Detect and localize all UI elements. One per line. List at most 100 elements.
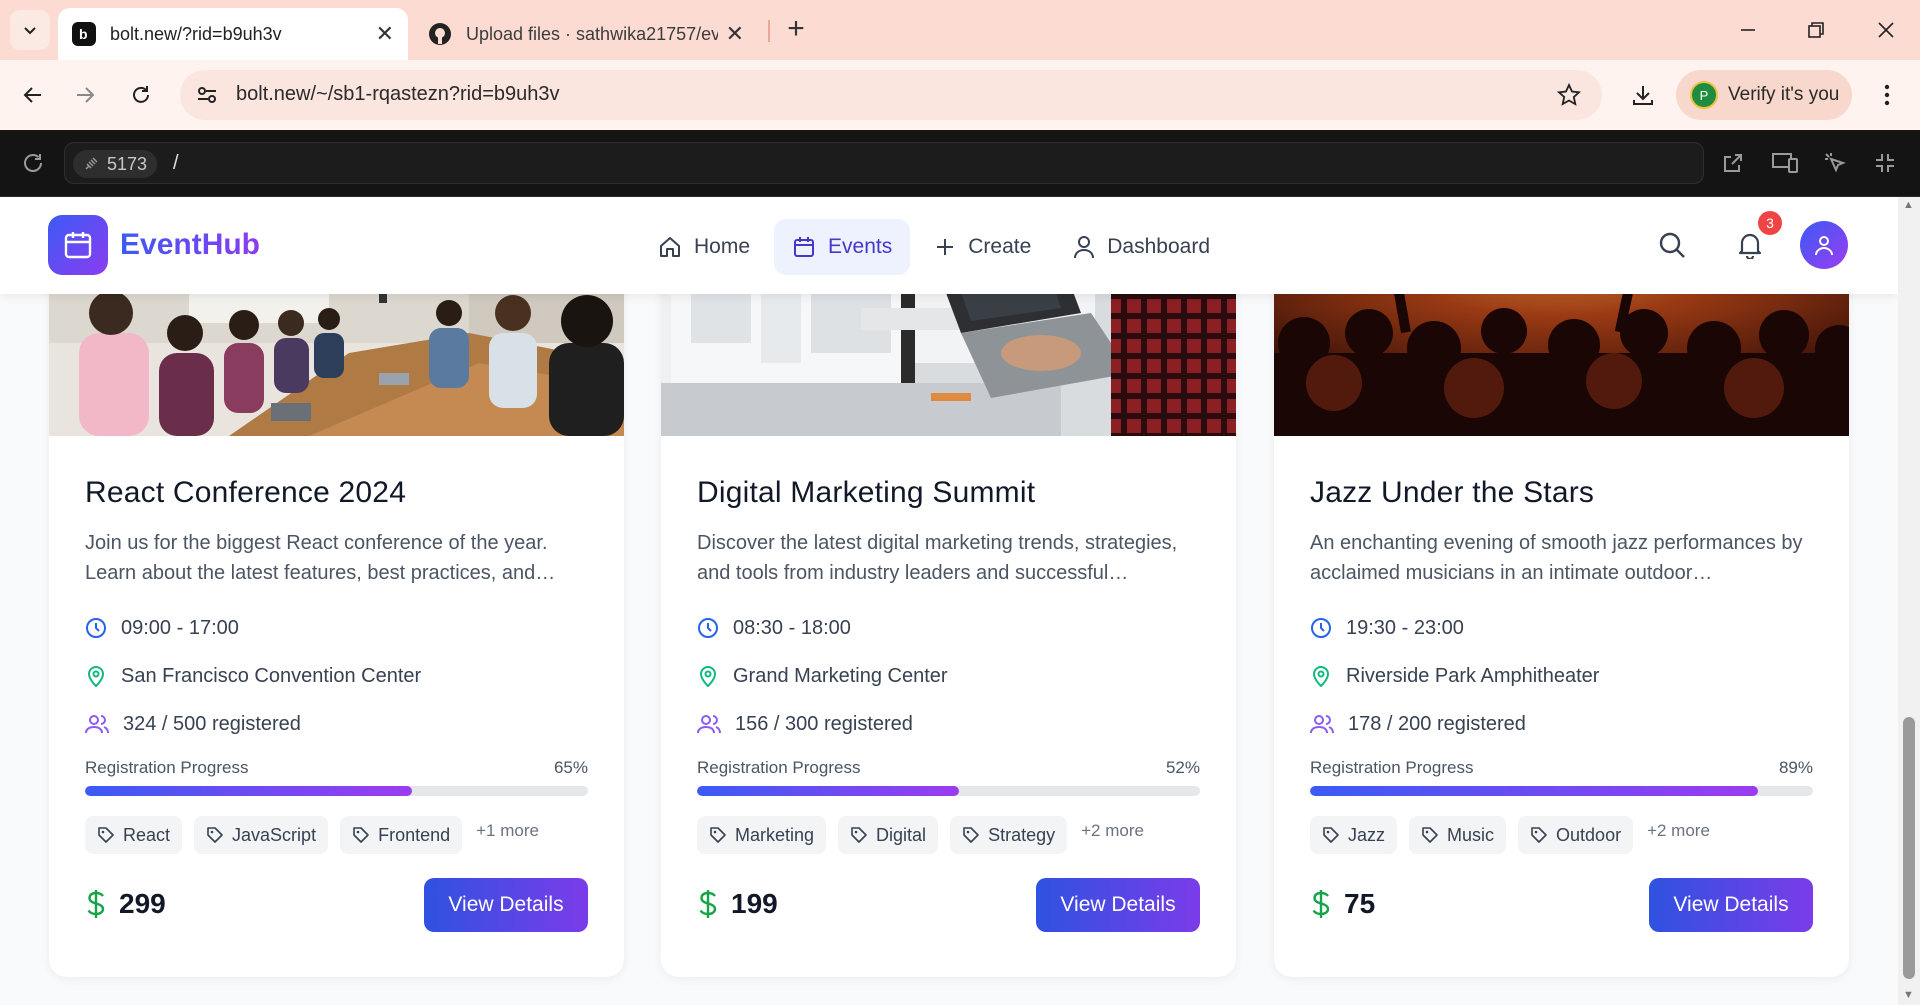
download-icon xyxy=(1633,86,1653,105)
event-title[interactable]: React Conference 2024 xyxy=(85,476,588,510)
restore-button[interactable] xyxy=(1796,10,1836,50)
view-details-button[interactable]: View Details xyxy=(1649,878,1813,932)
event-tag[interactable]: JavaScript xyxy=(194,816,329,854)
tag-label: Digital xyxy=(876,824,927,845)
event-card[interactable]: Digital Marketing Summit Discover the la… xyxy=(661,213,1236,977)
downloads-button[interactable] xyxy=(1624,76,1662,114)
event-location-row: Grand Marketing Center xyxy=(697,662,1200,690)
site-settings-icon[interactable] xyxy=(194,82,220,108)
event-card[interactable]: Jazz Under the Stars An enchanting eveni… xyxy=(1274,213,1849,977)
minimize-button[interactable] xyxy=(1728,10,1768,50)
close-tab-icon[interactable]: ✕ xyxy=(726,21,744,47)
chevron-down-icon xyxy=(24,27,36,35)
nav-create[interactable]: Create xyxy=(916,219,1049,275)
page-scrollbar[interactable]: ▲ ▼ xyxy=(1898,197,1920,1005)
event-tag[interactable]: Marketing xyxy=(697,816,827,854)
event-time: 19:30 - 23:00 xyxy=(1346,616,1464,639)
tag-label: Outdoor xyxy=(1556,824,1622,845)
address-bar[interactable]: bolt.new/~/sb1-rqastezn?rid=b9uh3v xyxy=(180,70,1602,120)
nav-home[interactable]: Home xyxy=(640,219,768,275)
event-card-body: Jazz Under the Stars An enchanting eveni… xyxy=(1310,476,1813,934)
event-title[interactable]: Jazz Under the Stars xyxy=(1310,476,1813,510)
arrow-left-icon xyxy=(23,87,41,103)
user-avatar-button[interactable] xyxy=(1800,221,1848,269)
bookmark-star-icon[interactable] xyxy=(1556,82,1582,108)
event-tag[interactable]: Strategy xyxy=(950,816,1068,854)
event-card-body: Digital Marketing Summit Discover the la… xyxy=(697,476,1200,934)
preview-url-box[interactable]: 5173 / xyxy=(64,142,1704,184)
brand-name[interactable]: EventHub xyxy=(120,228,260,262)
browser-menu-button[interactable] xyxy=(1868,76,1906,114)
event-registered: 156 / 300 registered xyxy=(735,712,913,735)
progress-label: Registration Progress xyxy=(697,758,861,777)
open-new-tab-button[interactable] xyxy=(1718,148,1748,178)
progress-fill xyxy=(697,786,959,796)
dollar-icon xyxy=(699,890,717,918)
app-viewport: EventHub Home Events Create Dashboard 3 … xyxy=(0,197,1898,1005)
tag-label: Music xyxy=(1447,824,1495,845)
event-tag[interactable]: Jazz xyxy=(1310,816,1398,854)
scroll-up-icon[interactable]: ▲ xyxy=(1903,199,1914,211)
back-button[interactable] xyxy=(14,76,52,114)
scrollbar-thumb[interactable] xyxy=(1903,717,1915,979)
scroll-down-icon[interactable]: ▼ xyxy=(1903,989,1914,1001)
event-tags: Jazz Music Outdoor +2 more xyxy=(1310,816,1813,854)
port-selector[interactable]: 5173 xyxy=(73,150,158,178)
progress-percent: 89% xyxy=(1778,758,1813,777)
tab-title: Upload files · sathwika21757/ev xyxy=(466,23,718,44)
restore-icon xyxy=(1808,22,1824,38)
view-details-button[interactable]: View Details xyxy=(424,878,588,932)
event-time-row: 08:30 - 18:00 xyxy=(697,614,1200,642)
close-icon xyxy=(1878,22,1894,38)
search-button[interactable] xyxy=(1652,225,1692,265)
device-preview-button[interactable] xyxy=(1770,148,1800,178)
event-footer: 299 View Details xyxy=(85,878,588,934)
reload-icon xyxy=(24,154,42,172)
nav-label: Home xyxy=(694,235,751,258)
more-vertical-icon xyxy=(1884,84,1890,106)
tag-icon xyxy=(963,827,979,843)
minimize-preview-button[interactable] xyxy=(1870,148,1900,178)
reload-button[interactable] xyxy=(122,76,160,114)
browser-tab-github[interactable]: Upload files · sathwika21757/ev ✕ xyxy=(414,8,758,60)
profile-avatar: P xyxy=(1690,81,1718,109)
close-tab-icon[interactable]: ✕ xyxy=(376,21,394,47)
verify-profile-button[interactable]: P Verify it's you xyxy=(1676,70,1852,120)
registration-progress: Registration Progress 52% xyxy=(697,758,1200,796)
event-tag[interactable]: Digital xyxy=(838,816,939,854)
external-link-icon xyxy=(1724,154,1742,172)
map-pin-icon xyxy=(1312,666,1330,687)
preview-reload-button[interactable] xyxy=(18,148,48,178)
event-card[interactable]: React Conference 2024 Join us for the bi… xyxy=(49,213,624,977)
progress-track xyxy=(697,786,1200,796)
forward-button[interactable] xyxy=(66,76,104,114)
event-tag[interactable]: Music xyxy=(1409,816,1507,854)
tab-search-button[interactable] xyxy=(10,10,50,50)
event-description: An enchanting evening of smooth jazz per… xyxy=(1310,532,1803,584)
close-window-button[interactable] xyxy=(1866,10,1906,50)
logo[interactable] xyxy=(48,215,108,275)
tag-label: Frontend xyxy=(378,824,451,845)
view-details-button[interactable]: View Details xyxy=(1036,878,1200,932)
event-registration-row: 178 / 200 registered xyxy=(1310,710,1813,738)
nav-events[interactable]: Events xyxy=(774,219,911,275)
browser-tab-bolt[interactable]: b bolt.new/?rid=b9uh3v ✕ xyxy=(58,8,408,60)
event-title[interactable]: Digital Marketing Summit xyxy=(697,476,1200,510)
nav-dashboard[interactable]: Dashboard xyxy=(1055,219,1228,275)
event-footer: 75 View Details xyxy=(1310,878,1813,934)
cursor-click-icon xyxy=(1825,153,1846,173)
tag-label: Strategy xyxy=(988,824,1056,845)
event-tag[interactable]: React xyxy=(85,816,183,854)
event-tag[interactable]: Frontend xyxy=(340,816,463,854)
app-header: EventHub Home Events Create Dashboard 3 xyxy=(0,197,1898,294)
nav-label: Events xyxy=(828,235,893,258)
event-price: 75 xyxy=(1310,888,1375,920)
event-registered: 324 / 500 registered xyxy=(123,712,301,735)
event-tag[interactable]: Outdoor xyxy=(1518,816,1634,854)
minimize-icon xyxy=(1741,29,1755,31)
event-registration-row: 156 / 300 registered xyxy=(697,710,1200,738)
inspect-button[interactable] xyxy=(1820,148,1850,178)
new-tab-button[interactable]: + xyxy=(780,14,812,46)
more-tags: +2 more xyxy=(1081,821,1144,840)
tab-title: bolt.new/?rid=b9uh3v xyxy=(110,23,282,44)
